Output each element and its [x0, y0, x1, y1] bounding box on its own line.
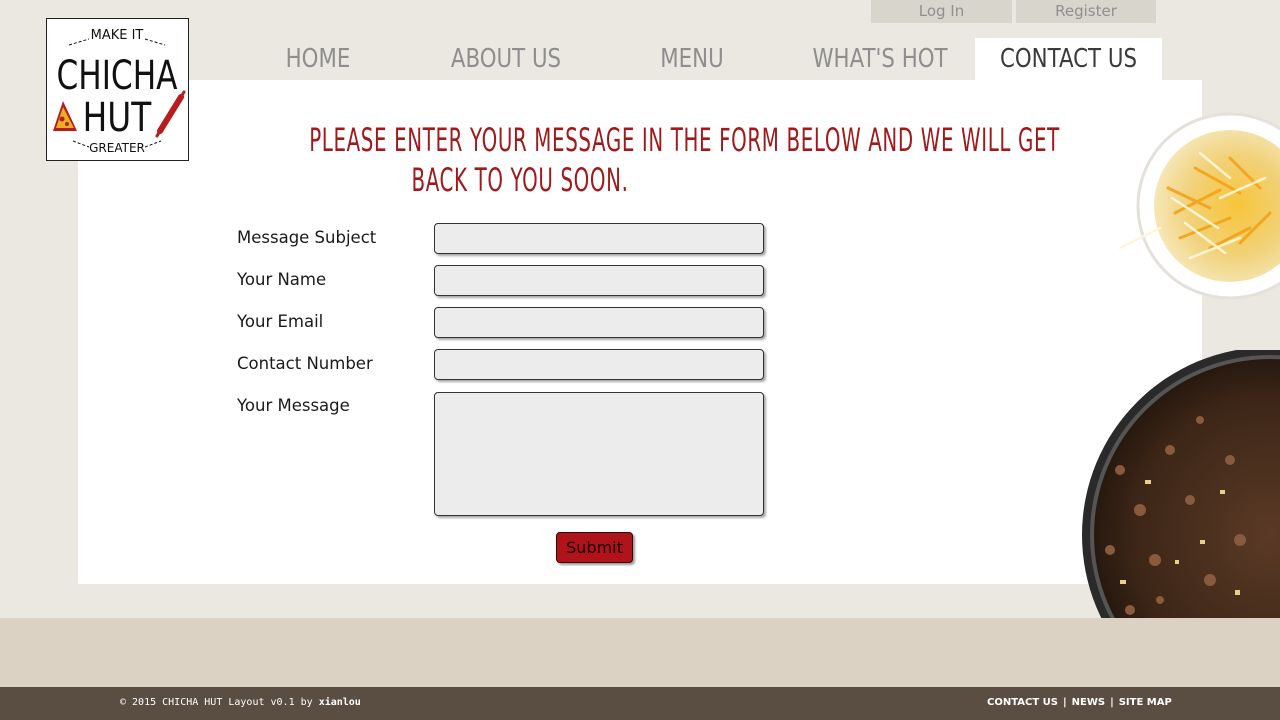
footer-separator: | — [1110, 697, 1114, 708]
nav-about-us[interactable]: ABOUT US — [440, 38, 571, 80]
nav-home[interactable]: HOME — [269, 38, 367, 80]
footer-link-news[interactable]: NEWS — [1072, 697, 1105, 708]
footer-links: CONTACT US | NEWS | SITE MAP — [987, 697, 1172, 708]
nav-contact-us[interactable]: CONTACT US — [992, 38, 1145, 80]
login-button[interactable]: Log In — [871, 0, 1012, 23]
label-your-name: Your Name — [237, 270, 327, 289]
copyright-prefix: © 2015 CHICHA HUT Layout v0.1 by — [120, 697, 313, 708]
label-your-email: Your Email — [237, 312, 324, 331]
page-heading: PLEASE ENTER YOUR MESSAGE IN THE FORM BE… — [309, 120, 1060, 200]
footer-separator: | — [1062, 697, 1067, 708]
cheese-bowl-image — [1100, 78, 1280, 338]
copyright-text: © 2015 CHICHA HUT Layout v0.1 by xianlou — [120, 697, 361, 708]
footer-bar: © 2015 CHICHA HUT Layout v0.1 by xianlou… — [0, 687, 1280, 720]
logo-top-text: MAKE IT — [91, 28, 144, 43]
submit-button[interactable]: Submit — [556, 532, 633, 563]
your-name-input[interactable] — [434, 265, 764, 296]
footer-band — [0, 618, 1280, 687]
nav-menu[interactable]: MENU — [643, 38, 741, 80]
message-subject-input[interactable] — [434, 223, 764, 254]
contact-number-input[interactable] — [434, 349, 764, 380]
label-message-subject: Message Subject — [237, 228, 377, 247]
logo-name-line1: CHICHA — [56, 53, 177, 99]
your-email-input[interactable] — [434, 307, 764, 338]
copyright-author: xianlou — [318, 697, 361, 708]
label-your-message: Your Message — [237, 396, 350, 415]
logo-name-line2: HUT — [83, 94, 152, 141]
logo-graphic: MAKE IT CHICHA HUT GREATER — [53, 28, 186, 155]
page-heading-line2: BACK TO YOU SOON. — [411, 161, 629, 199]
register-button[interactable]: Register — [1016, 0, 1156, 23]
label-contact-number: Contact Number — [237, 354, 373, 373]
nav-whats-hot[interactable]: WHAT'S HOT — [806, 38, 954, 80]
chicha-hut-logo[interactable]: MAKE IT CHICHA HUT GREATER — [46, 18, 189, 161]
your-message-textarea[interactable] — [434, 392, 764, 516]
footer-link-site-map[interactable]: SITE MAP — [1119, 697, 1172, 708]
logo-bottom-text: GREATER — [89, 141, 145, 155]
page-heading-line1: PLEASE ENTER YOUR MESSAGE IN THE FORM BE… — [309, 121, 1060, 159]
footer-link-contact-us[interactable]: CONTACT US — [987, 697, 1058, 708]
pizza-slice-icon — [53, 101, 77, 131]
